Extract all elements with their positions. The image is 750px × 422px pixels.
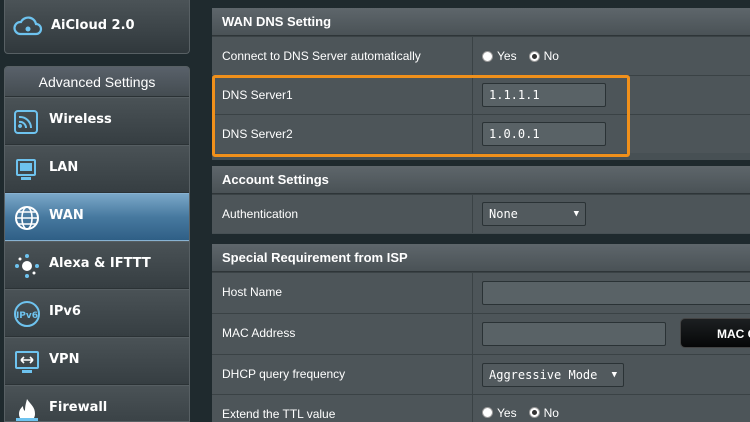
- row-divider: [472, 37, 473, 75]
- sidebar-item-label: Alexa & IFTTT: [49, 256, 151, 271]
- row-divider: [472, 195, 473, 233]
- sidebar-item-wireless[interactable]: Wireless: [5, 97, 189, 145]
- mac-address-row: MAC Address MAC C: [212, 313, 750, 354]
- aicloud-menu-item[interactable]: AiCloud 2.0: [4, 0, 190, 54]
- dns2-input[interactable]: 1.0.0.1: [482, 122, 606, 146]
- sidebar-item-label: LAN: [49, 160, 79, 175]
- dhcp-frequency-label: DHCP query frequency: [222, 367, 346, 381]
- mac-address-label: MAC Address: [222, 326, 296, 340]
- host-name-label: Host Name: [222, 285, 283, 299]
- radio-label: No: [543, 49, 559, 63]
- firewall-icon: [16, 399, 38, 421]
- row-divider: [472, 115, 473, 153]
- section-title: WAN DNS Setting: [212, 8, 750, 36]
- auth-select-value: None: [489, 207, 518, 221]
- aicloud-label: AiCloud 2.0: [51, 18, 135, 33]
- dns-auto-label: Connect to DNS Server automatically: [222, 49, 421, 63]
- host-name-row: Host Name: [212, 272, 750, 313]
- globe-icon: [15, 206, 39, 230]
- auth-label: Authentication: [222, 207, 299, 221]
- isp-requirement-section: Special Requirement from ISP Host Name M…: [212, 244, 750, 422]
- dns1-row: DNS Server1 1.1.1.1: [212, 75, 750, 114]
- row-divider: [472, 314, 473, 354]
- wireless-icon: [14, 110, 38, 134]
- row-divider: [472, 355, 473, 394]
- dns2-row: DNS Server2 1.0.0.1: [212, 114, 750, 153]
- section-title: Special Requirement from ISP: [212, 244, 750, 272]
- sidebar-item-lan[interactable]: LAN: [5, 145, 189, 193]
- dns1-input[interactable]: 1.1.1.1: [482, 83, 606, 107]
- radio-label: Yes: [497, 405, 517, 420]
- ipv6-icon: IPv6: [14, 301, 40, 327]
- dhcp-select-value: Aggressive Mode: [489, 367, 598, 382]
- auth-select[interactable]: None ▼: [482, 202, 586, 226]
- ttl-yes-radio[interactable]: Yes: [482, 406, 529, 420]
- account-settings-section: Account Settings Authentication None ▼: [212, 166, 750, 234]
- row-divider: [472, 273, 473, 313]
- mac-clone-button[interactable]: MAC C: [680, 318, 750, 348]
- sidebar-item-firewall[interactable]: Firewall: [5, 385, 189, 421]
- row-divider: [472, 395, 473, 422]
- mac-address-input[interactable]: [482, 322, 666, 346]
- auth-row: Authentication None ▼: [212, 194, 750, 233]
- sidebar-item-wan[interactable]: WAN: [5, 193, 189, 241]
- dhcp-frequency-select[interactable]: Aggressive Mode ▼: [482, 362, 624, 387]
- dns1-label: DNS Server1: [222, 88, 293, 102]
- radio-label: Yes: [497, 49, 517, 63]
- section-title: Account Settings: [212, 166, 750, 194]
- svg-text:IPv6: IPv6: [16, 311, 38, 321]
- row-divider: [472, 76, 473, 114]
- dhcp-frequency-row: DHCP query frequency Aggressive Mode ▼: [212, 354, 750, 394]
- sidebar-item-label: Wireless: [49, 112, 112, 127]
- radio-circle: [482, 50, 493, 62]
- sidebar-item-label: WAN: [49, 208, 84, 223]
- dns-auto-row: Connect to DNS Server automatically Yes …: [212, 36, 750, 75]
- advanced-settings-header: Advanced Settings: [5, 67, 189, 97]
- vpn-icon: [15, 351, 39, 373]
- lan-icon: [16, 159, 36, 180]
- radio-circle: [528, 50, 540, 62]
- host-name-input[interactable]: [482, 281, 750, 305]
- dns2-label: DNS Server2: [222, 127, 293, 141]
- radio-label: No: [543, 405, 559, 420]
- sidebar-item-alexa-ifttt[interactable]: Alexa & IFTTT: [5, 241, 189, 289]
- wan-dns-section: WAN DNS Setting Connect to DNS Server au…: [212, 8, 750, 160]
- dns-auto-no-radio[interactable]: No: [528, 49, 571, 63]
- radio-circle: [528, 407, 540, 418]
- ttl-row: Extend the TTL value Yes No: [212, 394, 750, 422]
- sidebar: AiCloud 2.0 Advanced Settings Wireless L…: [0, 0, 198, 422]
- sidebar-item-ipv6[interactable]: IPv6 IPv6: [5, 289, 189, 337]
- dropdown-arrow-icon: ▼: [611, 369, 617, 380]
- cloud-icon: [13, 16, 43, 36]
- sidebar-item-label: IPv6: [49, 304, 81, 319]
- sidebar-item-label: Firewall: [49, 400, 108, 415]
- alexa-icon: [15, 254, 39, 278]
- radio-circle: [482, 407, 493, 418]
- ttl-no-radio[interactable]: No: [528, 405, 571, 420]
- ttl-label: Extend the TTL value: [222, 407, 336, 421]
- main-content: WAN DNS Setting Connect to DNS Server au…: [206, 0, 750, 422]
- advanced-settings-panel: Advanced Settings Wireless LAN WAN Alexa…: [4, 66, 190, 422]
- sidebar-item-label: VPN: [49, 352, 80, 367]
- router-admin-page: AiCloud 2.0 Advanced Settings Wireless L…: [0, 0, 750, 422]
- dropdown-arrow-icon: ▼: [573, 209, 579, 219]
- sidebar-item-vpn[interactable]: VPN: [5, 337, 189, 385]
- dns-auto-yes-radio[interactable]: Yes: [482, 49, 529, 63]
